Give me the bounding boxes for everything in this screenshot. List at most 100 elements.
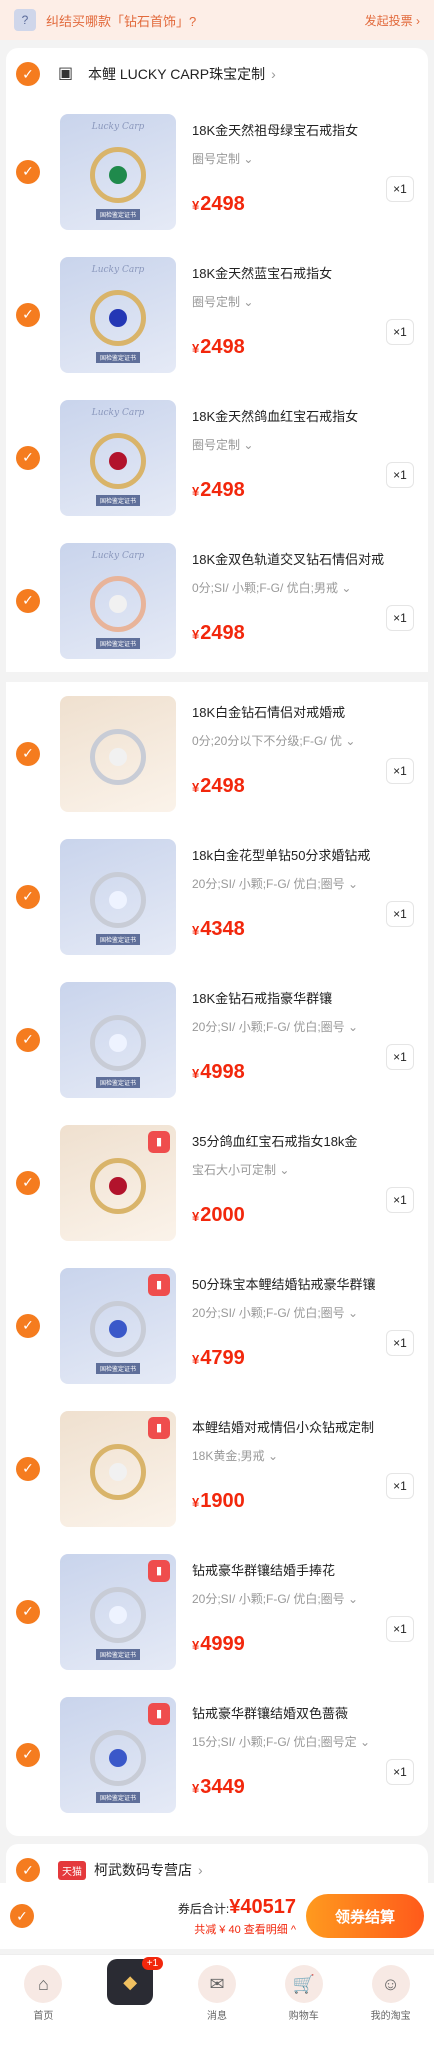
quantity-button[interactable]: ×1 — [386, 461, 414, 488]
chevron-down-icon: ⌄ — [243, 437, 254, 452]
item-checkbox[interactable]: ✓ — [16, 445, 40, 470]
quantity-button[interactable]: ×1 — [386, 175, 414, 202]
item-price-value: 2498 — [200, 478, 245, 501]
cart-item[interactable]: ✓ 18K白金钻石情侣对戒婚戒 0分;20分以下不分级;F-G/ 优 ⌄ ¥24… — [6, 682, 428, 825]
discount-detail-link[interactable]: 共减 ¥ 40 查看明细 ^ — [178, 1921, 296, 1937]
tab-promo[interactable]: ◆ +1 — [95, 1957, 165, 2009]
item-checkbox[interactable]: ✓ — [16, 1027, 40, 1052]
product-image[interactable]: 国检鉴定证书 ▮ — [60, 1553, 176, 1670]
cart-item[interactable]: ✓ 国检鉴定证书 ▮ 钻戒豪华群镶结婚双色蔷薇 15分;SI/ 小颗;F-G/ … — [6, 1683, 428, 1826]
quantity-button[interactable]: ×1 — [386, 1472, 414, 1499]
product-image[interactable]: Lucky Carp 国检鉴定证书 — [60, 113, 176, 230]
cart-item[interactable]: ✓ Lucky Carp 国检鉴定证书 18K金双色轨道交叉钻石情侣对戒 0分;… — [6, 529, 428, 672]
item-checkbox[interactable]: ✓ — [16, 741, 40, 766]
item-checkbox[interactable]: ✓ — [16, 1313, 40, 1338]
item-spec-selector[interactable]: 宝石大小可定制 ⌄ — [192, 1161, 392, 1178]
store-name[interactable]: 本鲤 LUCKY CARP珠宝定制 — [88, 64, 265, 84]
cart-item[interactable]: ✓ 国检鉴定证书 18k白金花型单钻50分求婚钻戒 20分;SI/ 小颗;F-G… — [6, 825, 428, 968]
item-checkbox[interactable]: ✓ — [16, 1456, 40, 1481]
quantity-button[interactable]: ×1 — [386, 1043, 414, 1070]
store-name-2[interactable]: 柯武数码专营店 — [94, 1860, 192, 1880]
product-image[interactable]: 国检鉴定证书 — [60, 981, 176, 1098]
item-info: 35分鸽血红宝石戒指女18k金 宝石大小可定制 ⌄ ¥2000 ×1 — [192, 1125, 418, 1241]
item-checkbox[interactable]: ✓ — [16, 1742, 40, 1767]
cart-item[interactable]: ✓ ▮ 本鲤结婚对戒情侣小众钻戒定制 18K黄金;男戒 ⌄ ¥1900 ×1 — [6, 1397, 428, 1540]
home-icon: ⌂ — [24, 1965, 63, 2003]
store-checkbox[interactable]: ✓ — [16, 62, 40, 86]
item-checkbox[interactable]: ✓ — [16, 588, 40, 613]
item-spec-selector[interactable]: 18K黄金;男戒 ⌄ — [192, 1447, 392, 1464]
item-spec-selector[interactable]: 圈号定制 ⌄ — [192, 150, 392, 167]
start-vote-link[interactable]: 发起投票 › — [365, 12, 420, 29]
item-title[interactable]: 35分鸽血红宝石戒指女18k金 — [192, 1133, 392, 1151]
ring-graphic — [90, 146, 146, 203]
item-title[interactable]: 18k白金花型单钻50分求婚钻戒 — [192, 847, 392, 865]
item-title[interactable]: 本鲤结婚对戒情侣小众钻戒定制 — [192, 1419, 392, 1437]
store-checkbox-2[interactable]: ✓ — [16, 1858, 40, 1882]
product-image[interactable]: Lucky Carp 国检鉴定证书 — [60, 399, 176, 516]
product-image[interactable]: 国检鉴定证书 ▮ — [60, 1696, 176, 1813]
item-title[interactable]: 18K金天然蓝宝石戒指女 — [192, 265, 392, 283]
vote-banner[interactable]: ? 纠结买哪款「钻石首饰」? 发起投票 › — [0, 0, 434, 40]
item-title[interactable]: 18K金天然鸽血红宝石戒指女 — [192, 408, 392, 426]
cart-item[interactable]: ✓ Lucky Carp 国检鉴定证书 18K金天然祖母绿宝石戒指女 圈号定制 … — [6, 100, 428, 243]
quantity-button[interactable]: ×1 — [386, 1615, 414, 1642]
currency-symbol: ¥ — [192, 1065, 200, 1081]
quantity-button[interactable]: ×1 — [386, 1186, 414, 1213]
item-title[interactable]: 50分珠宝本鲤结婚钻戒豪华群镶 — [192, 1276, 392, 1294]
tab-cart[interactable]: 🛒 购物车 — [269, 1965, 339, 2022]
product-image[interactable]: Lucky Carp 国检鉴定证书 — [60, 256, 176, 373]
item-spec-selector[interactable]: 20分;SI/ 小颗;F-G/ 优白;圈号 ⌄ — [192, 1018, 392, 1035]
item-checkbox[interactable]: ✓ — [16, 159, 40, 184]
item-title[interactable]: 钻戒豪华群镶结婚手捧花 — [192, 1562, 392, 1580]
ring-graphic — [90, 432, 146, 489]
item-checkbox[interactable]: ✓ — [16, 1599, 40, 1624]
cart-item[interactable]: ✓ 国检鉴定证书 ▮ 50分珠宝本鲤结婚钻戒豪华群镶 20分;SI/ 小颗;F-… — [6, 1254, 428, 1397]
item-spec-selector[interactable]: 圈号定制 ⌄ — [192, 436, 392, 453]
product-image[interactable]: 国检鉴定证书 ▮ — [60, 1267, 176, 1384]
item-checkbox[interactable]: ✓ — [16, 1170, 40, 1195]
item-price-value: 1900 — [200, 1489, 245, 1512]
item-spec-selector[interactable]: 圈号定制 ⌄ — [192, 293, 392, 310]
product-image[interactable]: 国检鉴定证书 — [60, 838, 176, 955]
item-spec: 20分;SI/ 小颗;F-G/ 优白;圈号 — [192, 876, 345, 891]
item-spec: 圈号定制 — [192, 437, 241, 452]
totals: 券后合计:¥40517 共减 ¥ 40 查看明细 ^ — [178, 1896, 296, 1937]
product-image[interactable]: ▮ — [60, 1410, 176, 1527]
item-checkbox[interactable]: ✓ — [16, 302, 40, 327]
product-image[interactable] — [60, 695, 176, 812]
tab-home[interactable]: ⌂ 首页 — [8, 1965, 78, 2022]
quantity-button[interactable]: ×1 — [386, 900, 414, 927]
cart-item[interactable]: ✓ 国检鉴定证书 18K金钻石戒指豪华群镶 20分;SI/ 小颗;F-G/ 优白… — [6, 968, 428, 1111]
product-image[interactable]: Lucky Carp 国检鉴定证书 — [60, 542, 176, 659]
cart-item[interactable]: ✓ ▮ 35分鸽血红宝石戒指女18k金 宝石大小可定制 ⌄ ¥2000 ×1 — [6, 1111, 428, 1254]
item-title[interactable]: 18K金钻石戒指豪华群镶 — [192, 990, 392, 1008]
quantity-button[interactable]: ×1 — [386, 318, 414, 345]
cart-item[interactable]: ✓ 国检鉴定证书 ▮ 钻戒豪华群镶结婚手捧花 20分;SI/ 小颗;F-G/ 优… — [6, 1540, 428, 1683]
select-all-checkbox[interactable]: ✓ — [10, 1904, 34, 1928]
item-price: ¥2498 — [192, 193, 245, 216]
tab-message[interactable]: ✉ 消息 — [182, 1965, 252, 2022]
quantity-button[interactable]: ×1 — [386, 757, 414, 784]
tab-profile[interactable]: ☺ 我的淘宝 — [356, 1965, 426, 2022]
cart-item[interactable]: ✓ Lucky Carp 国检鉴定证书 18K金天然蓝宝石戒指女 圈号定制 ⌄ … — [6, 243, 428, 386]
item-spec-selector[interactable]: 0分;SI/ 小颗;F-G/ 优白;男戒 ⌄ — [192, 579, 392, 596]
item-spec-selector[interactable]: 20分;SI/ 小颗;F-G/ 优白;圈号 ⌄ — [192, 1590, 392, 1607]
item-spec-selector[interactable]: 0分;20分以下不分级;F-G/ 优 ⌄ — [192, 732, 392, 749]
item-spec-selector[interactable]: 15分;SI/ 小颗;F-G/ 优白;圈号定 ⌄ — [192, 1733, 392, 1750]
quantity-button[interactable]: ×1 — [386, 604, 414, 631]
checkout-button[interactable]: 领券结算 — [306, 1894, 424, 1938]
ring-graphic — [90, 1443, 146, 1500]
product-image[interactable]: ▮ — [60, 1124, 176, 1241]
item-checkbox[interactable]: ✓ — [16, 884, 40, 909]
quantity-button[interactable]: ×1 — [386, 1758, 414, 1785]
quantity-button[interactable]: ×1 — [386, 1329, 414, 1356]
item-spec-selector[interactable]: 20分;SI/ 小颗;F-G/ 优白;圈号 ⌄ — [192, 875, 392, 892]
item-title[interactable]: 钻戒豪华群镶结婚双色蔷薇 — [192, 1705, 392, 1723]
item-title[interactable]: 18K白金钻石情侣对戒婚戒 — [192, 704, 392, 722]
item-spec-selector[interactable]: 20分;SI/ 小颗;F-G/ 优白;圈号 ⌄ — [192, 1304, 392, 1321]
item-title[interactable]: 18K金天然祖母绿宝石戒指女 — [192, 122, 392, 140]
item-title[interactable]: 18K金双色轨道交叉钻石情侣对戒 — [192, 551, 392, 569]
cart-item[interactable]: ✓ Lucky Carp 国检鉴定证书 18K金天然鸽血红宝石戒指女 圈号定制 … — [6, 386, 428, 529]
store-header[interactable]: ✓ ▣ 本鲤 LUCKY CARP珠宝定制 › — [6, 48, 428, 100]
